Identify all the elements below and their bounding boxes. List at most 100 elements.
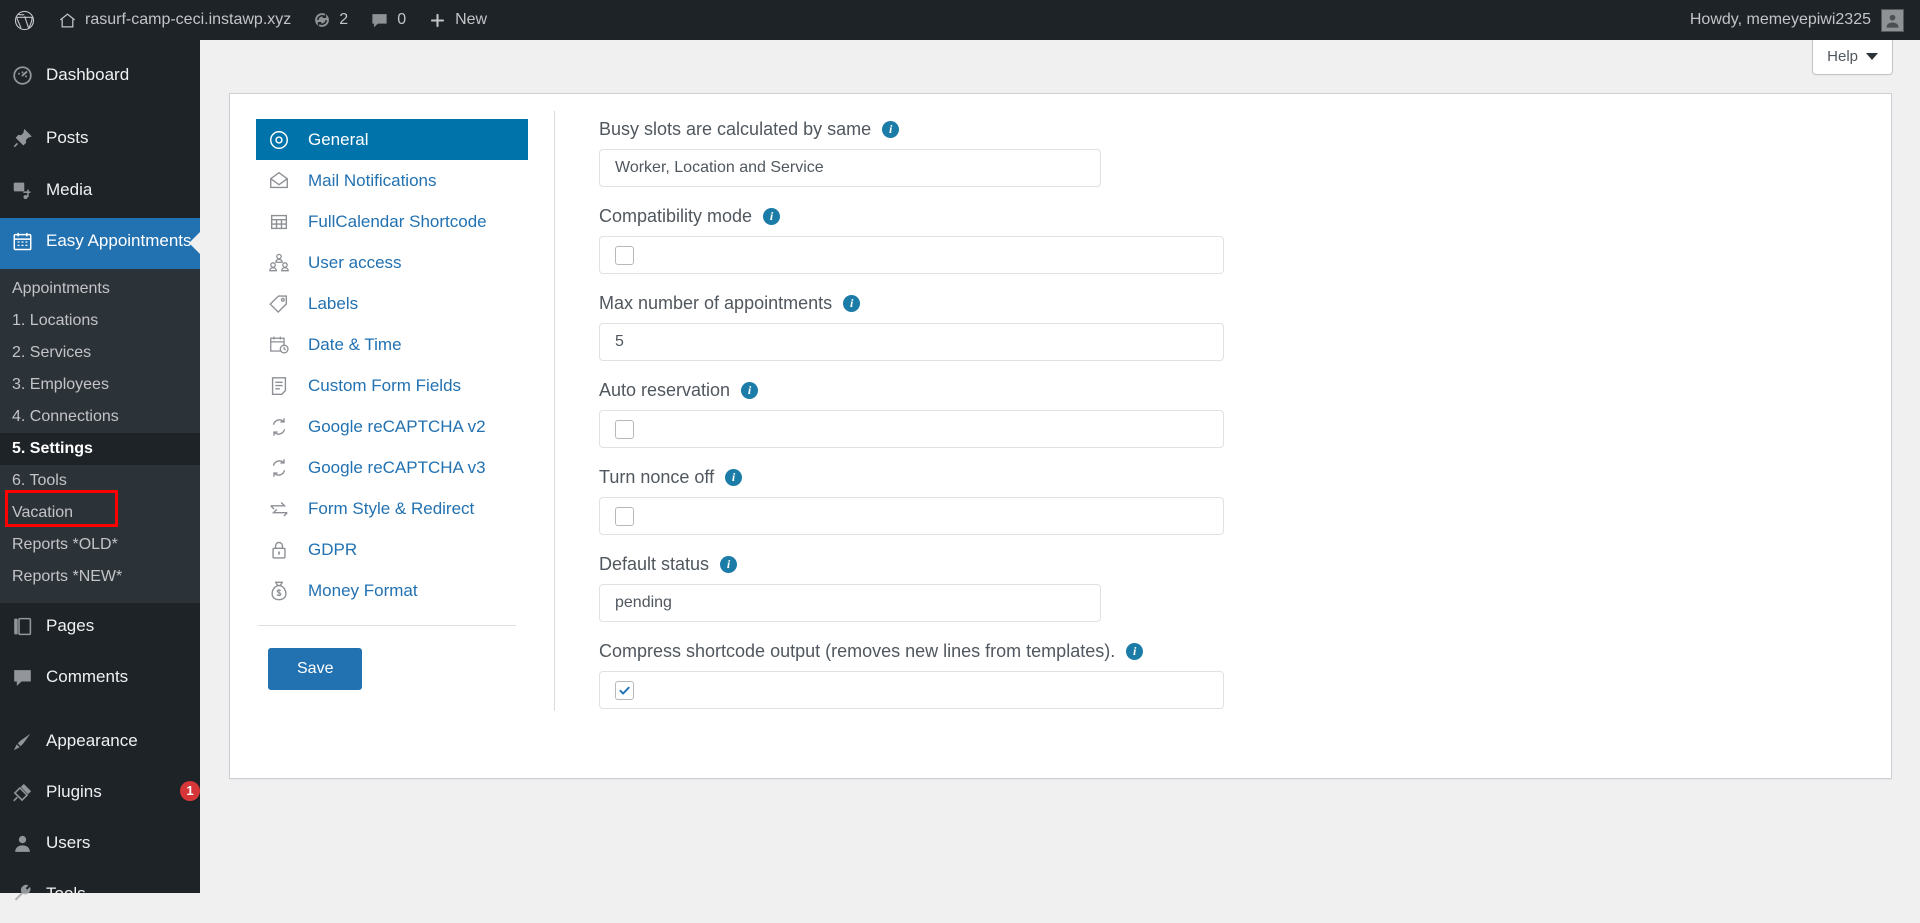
submenu-label: 6. Tools	[12, 472, 67, 489]
new-content-label: New	[455, 11, 488, 28]
submenu-item-services[interactable]: 2. Services	[0, 337, 200, 369]
tab-custom-form-fields[interactable]: Custom Form Fields	[256, 365, 528, 406]
busy-slots-select[interactable]: Worker, Location and Service	[599, 149, 1101, 187]
field-max-appointments: Max number of appointments i 5	[599, 293, 1891, 361]
sidebar-item-media[interactable]: Media	[0, 167, 200, 218]
dashboard-icon	[12, 64, 34, 91]
default-status-value: pending	[615, 594, 672, 611]
busy-slots-value: Worker, Location and Service	[615, 159, 824, 176]
pin-icon	[12, 127, 34, 154]
updates-count: 2	[339, 11, 349, 28]
tab-labels[interactable]: Labels	[256, 283, 528, 324]
tab-label: Google reCAPTCHA v2	[308, 416, 486, 436]
sidebar-item-easy-appointments[interactable]: Easy Appointments	[0, 217, 200, 269]
label-text: Busy slots are calculated by same	[599, 119, 872, 139]
compatibility-mode-checkbox[interactable]	[615, 245, 634, 265]
wordpress-icon	[14, 10, 35, 31]
submenu-label: Reports *NEW*	[12, 568, 123, 585]
submenu-item-connections[interactable]: 4. Connections	[0, 401, 200, 433]
submenu-item-appointments[interactable]: Appointments	[0, 273, 200, 305]
label-text: Turn nonce off	[599, 467, 715, 487]
field-turn-nonce-off: Turn nonce off i	[599, 467, 1891, 535]
field-busy-slots: Busy slots are calculated by same i Work…	[599, 119, 1891, 187]
submenu-item-reports-old[interactable]: Reports *OLD*	[0, 529, 200, 561]
tab-date-time[interactable]: Date & Time	[256, 324, 528, 365]
submenu-item-settings[interactable]: 5. Settings	[0, 433, 200, 465]
submenu-item-reports-new[interactable]: Reports *NEW*	[0, 561, 200, 593]
tab-form-style-redirect[interactable]: Form Style & Redirect	[256, 488, 528, 529]
tab-gdpr[interactable]: GDPR	[256, 529, 528, 570]
submenu-label: Appointments	[12, 280, 110, 297]
compatibility-mode-control	[599, 236, 1224, 274]
max-appointments-value: 5	[615, 333, 624, 350]
updates-icon	[313, 11, 331, 29]
info-icon[interactable]: i	[1126, 643, 1144, 660]
tab-fullcalendar-shortcode[interactable]: FullCalendar Shortcode	[256, 201, 528, 242]
tag-icon	[268, 293, 294, 315]
sidebar-item-appearance[interactable]: Appearance	[0, 718, 200, 769]
sidebar-item-plugins[interactable]: Plugins 1	[0, 769, 200, 820]
submenu-item-tools[interactable]: 6. Tools	[0, 465, 200, 497]
submenu-label: 4. Connections	[12, 408, 119, 425]
sidebar-spacer-top	[0, 40, 200, 52]
users-group-icon	[268, 252, 294, 274]
field-auto-reservation: Auto reservation i	[599, 380, 1891, 448]
account-menu[interactable]: Howdy, memeyepiwi2325	[1689, 8, 1920, 32]
tab-general[interactable]: General	[256, 119, 528, 160]
avatar	[1881, 8, 1904, 32]
home-icon	[58, 11, 77, 30]
tab-google-recaptcha-v3[interactable]: Google reCAPTCHA v3	[256, 447, 528, 488]
sidebar-item-pages[interactable]: Pages	[0, 603, 200, 654]
info-icon[interactable]: i	[882, 121, 900, 138]
submenu-label: 2. Services	[12, 344, 92, 361]
submenu-item-vacation[interactable]: Vacation	[0, 497, 200, 529]
howdy-label: Howdy, memeyepiwi2325	[1689, 11, 1871, 28]
info-icon[interactable]: i	[720, 556, 738, 573]
auto-reservation-checkbox[interactable]	[615, 419, 634, 439]
field-label: Busy slots are calculated by same i	[599, 119, 1891, 140]
site-name-menu[interactable]: rasurf-camp-ceci.instawp.xyz	[47, 0, 302, 40]
wordpress-logo-menu[interactable]	[0, 0, 47, 40]
general-settings-form: Busy slots are calculated by same i Work…	[555, 119, 1891, 778]
tab-money-format[interactable]: Money Format	[256, 570, 528, 611]
tab-label: Date & Time	[308, 334, 402, 354]
info-icon[interactable]: i	[725, 469, 743, 486]
sidebar-item-comments[interactable]: Comments	[0, 654, 200, 705]
info-icon[interactable]: i	[843, 295, 861, 312]
chevron-down-icon	[1866, 53, 1878, 60]
updates-menu[interactable]: 2	[302, 0, 359, 40]
tab-google-recaptcha-v2[interactable]: Google reCAPTCHA v2	[256, 406, 528, 447]
save-button[interactable]: Save	[268, 648, 363, 690]
settings-tabs-list: General Mail Notifications FullCalendar …	[230, 119, 528, 778]
submenu-item-employees[interactable]: 3. Employees	[0, 369, 200, 401]
default-status-select[interactable]: pending	[599, 584, 1101, 622]
comments-menu[interactable]: 0	[359, 0, 417, 40]
sidebar-item-users[interactable]: Users	[0, 820, 200, 871]
main-content: Help General Mail Notifications FullCale…	[200, 40, 1920, 893]
submenu-item-locations[interactable]: 1. Locations	[0, 305, 200, 337]
wrench-icon	[12, 883, 34, 910]
turn-nonce-off-checkbox[interactable]	[615, 506, 634, 526]
user-icon	[12, 832, 34, 859]
tab-mail-notifications[interactable]: Mail Notifications	[256, 160, 528, 201]
sidebar-item-dashboard[interactable]: Dashboard	[0, 52, 200, 103]
sidebar-item-label: Users	[46, 833, 91, 852]
help-toggle-button[interactable]: Help	[1812, 40, 1893, 75]
target-icon	[268, 129, 294, 151]
brush-icon	[12, 730, 34, 757]
compress-shortcode-checkbox[interactable]	[615, 680, 634, 700]
sidebar-item-posts[interactable]: Posts	[0, 115, 200, 166]
media-icon	[12, 179, 34, 206]
auto-reservation-control	[599, 410, 1224, 448]
sidebar-item-tools[interactable]: Tools	[0, 871, 200, 922]
turn-nonce-off-control	[599, 497, 1224, 535]
tab-user-access[interactable]: User access	[256, 242, 528, 283]
label-text: Compress shortcode output (removes new l…	[599, 641, 1116, 661]
info-icon[interactable]: i	[763, 208, 781, 225]
tab-label: Mail Notifications	[308, 170, 437, 190]
tab-label: Google reCAPTCHA v3	[308, 457, 486, 477]
max-appointments-input[interactable]: 5	[599, 323, 1224, 361]
new-content-menu[interactable]: New	[417, 0, 498, 40]
info-icon[interactable]: i	[741, 382, 759, 399]
